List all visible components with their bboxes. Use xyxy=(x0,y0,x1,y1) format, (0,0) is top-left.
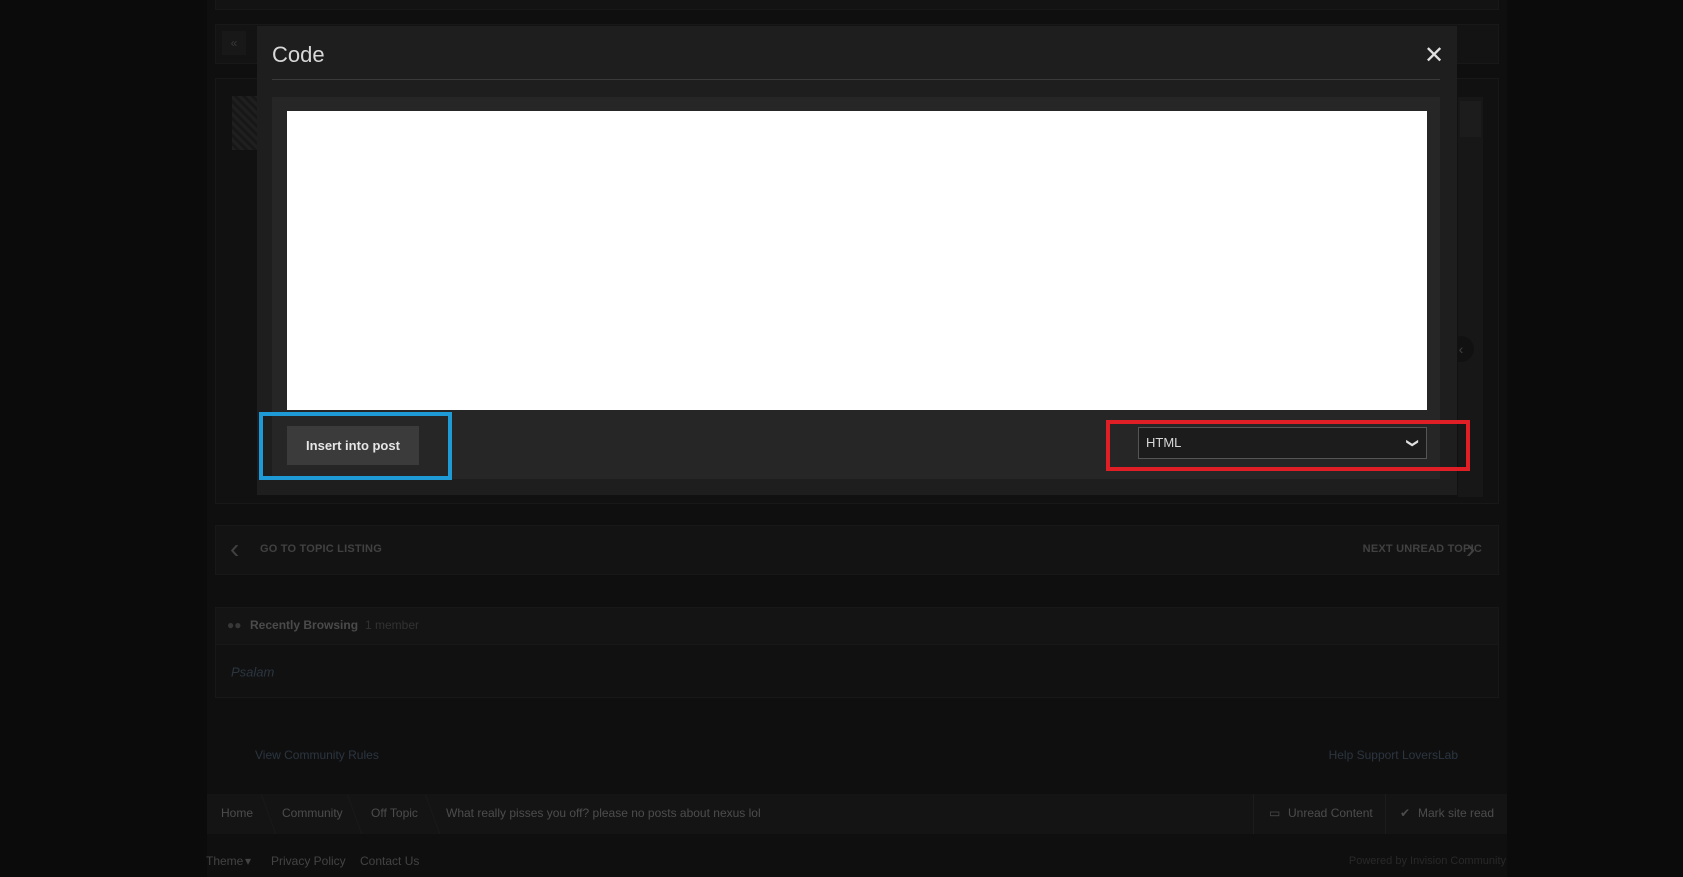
modal-title: Code xyxy=(272,42,325,67)
language-select-highlight xyxy=(1106,420,1470,471)
insert-button-highlight xyxy=(259,412,452,480)
modal-divider xyxy=(272,79,1440,80)
code-input[interactable] xyxy=(287,111,1427,410)
close-icon[interactable]: ✕ xyxy=(1424,44,1444,68)
